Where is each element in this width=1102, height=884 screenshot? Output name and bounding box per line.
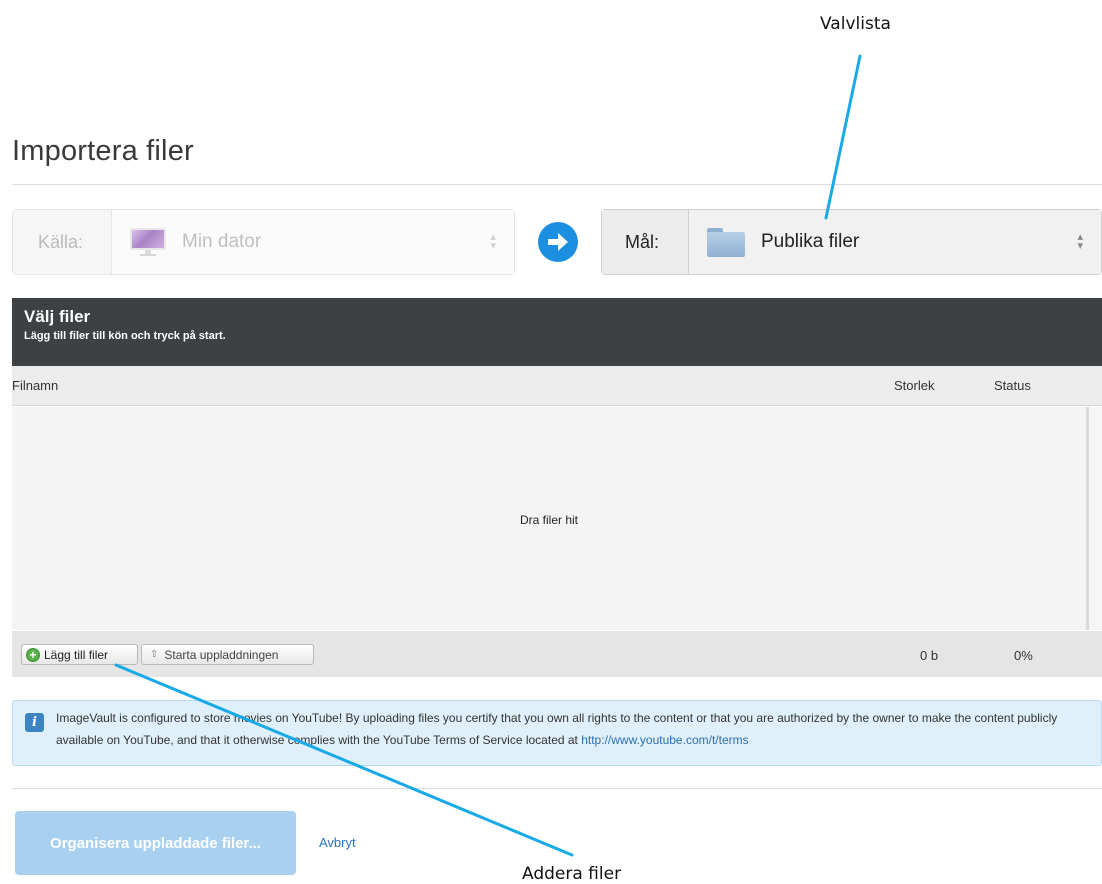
info-icon: i (25, 713, 44, 732)
source-select[interactable]: Källa: Min dator ▴ ▾ (12, 209, 515, 275)
target-label: Mål: (602, 210, 689, 274)
column-header-status: Status (994, 378, 1031, 393)
upload-arrow-icon: ⇧ (150, 649, 159, 660)
callout-line-valvlista (824, 54, 862, 220)
bottom-divider (12, 788, 1102, 789)
source-value-text: Min dator (182, 231, 262, 252)
file-table-header: Filnamn Storlek Status (12, 366, 1102, 406)
upload-panel-header: Välj filer Lägg till filer till kön och … (12, 298, 1102, 366)
upload-panel-subtitle: Lägg till filer till kön och tryck på st… (24, 330, 226, 342)
info-text: ImageVault is configured to store movies… (56, 711, 1058, 747)
arrow-right-icon (538, 222, 578, 262)
updown-chevron-icon: ▴ ▾ (1077, 231, 1083, 252)
add-files-label: Lägg till filer (44, 647, 109, 662)
add-files-button[interactable]: + Lägg till filer (21, 644, 138, 665)
drop-zone-text: Dra filer hit (519, 513, 578, 527)
source-value[interactable]: Min dator ▴ ▾ (112, 210, 514, 274)
source-label: Källa: (13, 210, 112, 274)
total-progress: 0% (1014, 648, 1033, 663)
upload-panel-title: Välj filer (24, 307, 91, 326)
callout-label-valvlista: Valvlista (820, 14, 891, 34)
youtube-info-box: i ImageVault is configured to store movi… (12, 700, 1102, 766)
callout-label-addera-filer: Addera filer (522, 864, 622, 884)
start-upload-label: Starta uppladdningen (164, 647, 279, 662)
title-divider (12, 184, 1102, 185)
target-value[interactable]: Publika filer ▴ ▾ (689, 210, 1101, 274)
upload-panel-footer: + Lägg till filer ⇧ Starta uppladdningen… (12, 631, 1102, 677)
start-upload-button[interactable]: ⇧ Starta uppladdningen (141, 644, 314, 665)
plus-icon: + (26, 647, 40, 662)
youtube-terms-link[interactable]: http://www.youtube.com/t/terms (581, 733, 748, 747)
target-select[interactable]: Mål: Publika filer ▴ ▾ (601, 209, 1102, 275)
cancel-link[interactable]: Avbryt (319, 835, 356, 850)
folder-icon (707, 226, 745, 258)
updown-chevron-icon: ▴ ▾ (490, 231, 496, 252)
monitor-icon (130, 226, 166, 258)
drop-zone-scrollbar[interactable] (1086, 407, 1102, 630)
page-title: Importera filer (12, 135, 194, 167)
file-drop-zone[interactable]: Dra filer hit (12, 407, 1086, 630)
column-header-size: Storlek (894, 378, 935, 393)
column-header-filename: Filnamn (12, 378, 59, 393)
total-size: 0 b (920, 648, 939, 663)
target-value-text: Publika filer (761, 231, 860, 252)
organize-uploaded-files-button[interactable]: Organisera uppladdade filer... (15, 811, 296, 875)
